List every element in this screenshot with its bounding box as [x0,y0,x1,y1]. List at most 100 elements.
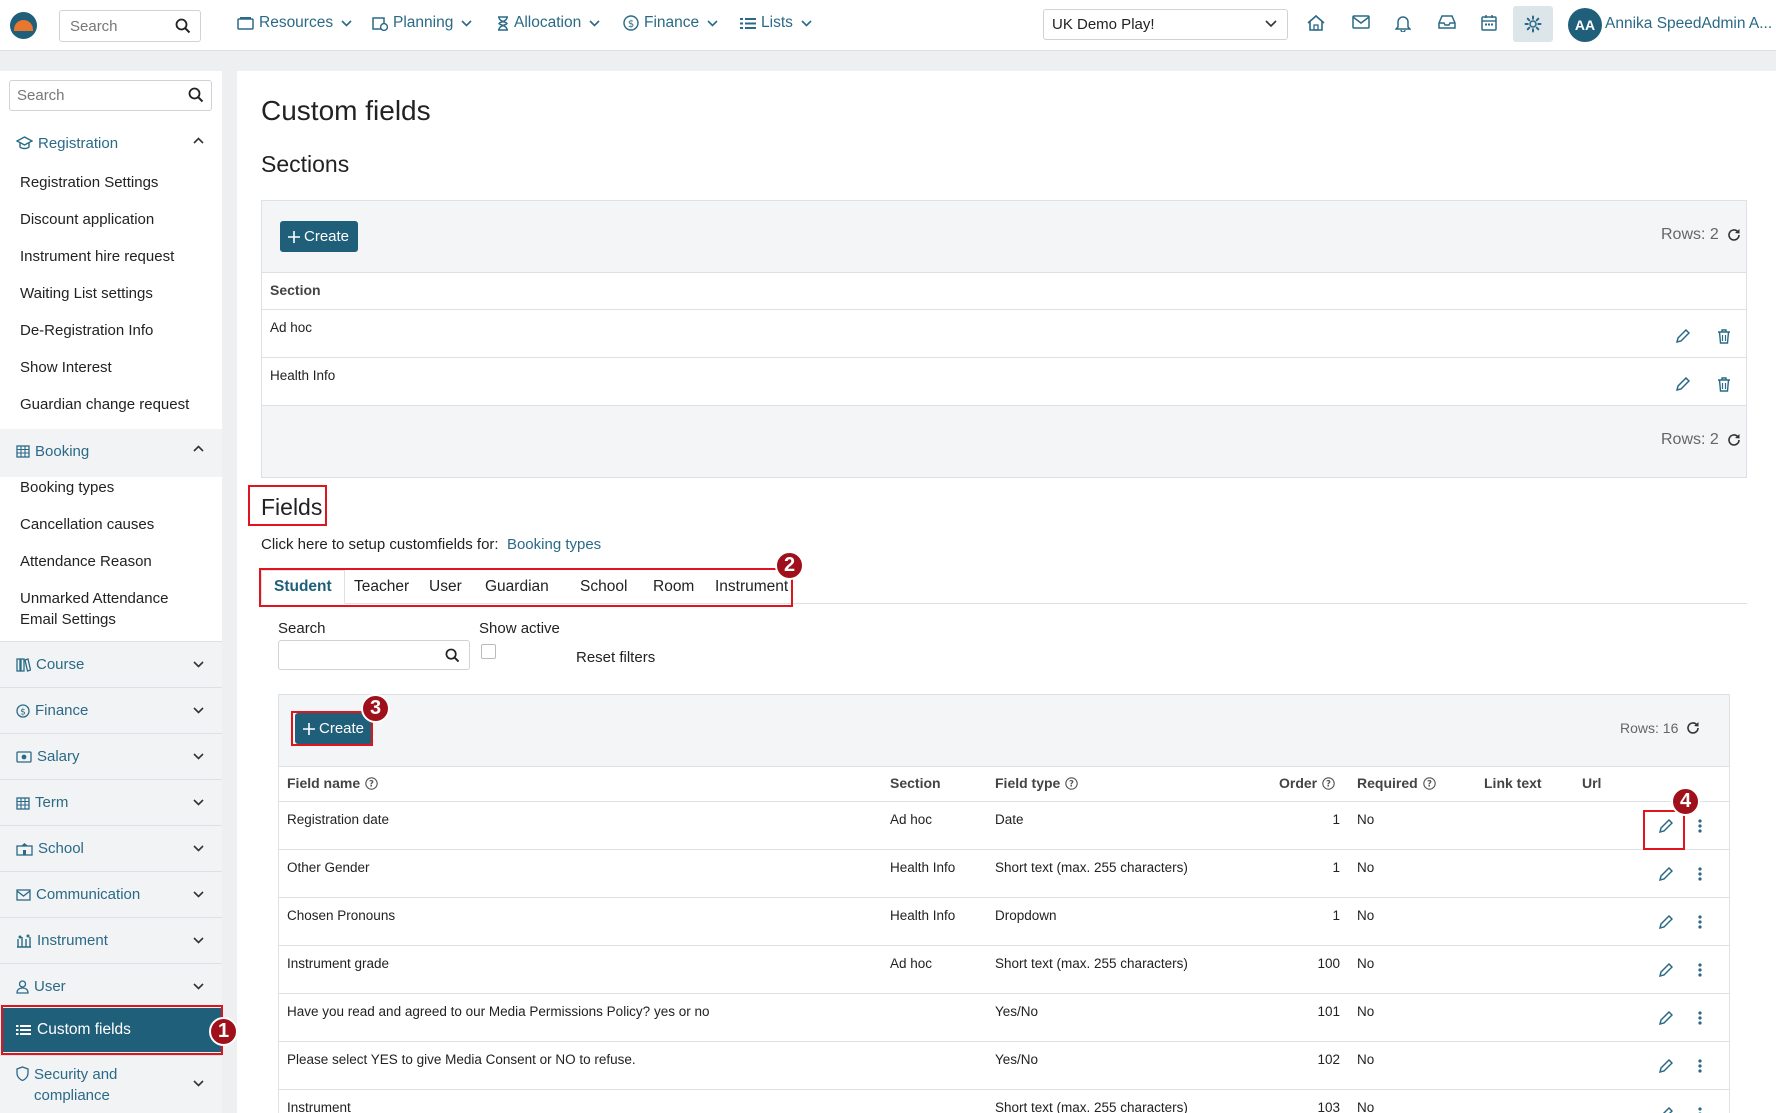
refresh-icon[interactable] [1727,433,1741,447]
settings-button[interactable] [1513,6,1553,42]
help-icon[interactable]: ? [1322,776,1335,790]
pencil-icon[interactable] [1658,915,1673,930]
nav-planning[interactable]: Planning [372,14,472,32]
svg-text:?: ? [1326,779,1331,789]
inbox-icon[interactable] [1438,14,1456,30]
sidebar-section-security[interactable]: Security and compliance [0,1055,222,1113]
pencil-icon[interactable] [1658,1059,1673,1074]
cell-required: No [1357,908,1375,923]
sidebar-item-waiting-list-settings[interactable]: Waiting List settings [20,283,215,304]
sidebar-section-communication[interactable]: Communication [0,871,222,917]
column-header-link-text: Link text [1484,775,1542,791]
sidebar-item-registration-settings[interactable]: Registration Settings [20,172,215,193]
chevron-up-icon [193,445,204,452]
more-vertical-icon[interactable] [1698,819,1702,833]
more-vertical-icon[interactable] [1698,1107,1702,1113]
home-icon[interactable] [1306,14,1326,32]
pencil-icon[interactable] [1658,963,1673,978]
tab-guardian[interactable]: Guardian [473,570,561,604]
refresh-icon[interactable] [1727,228,1741,242]
sidebar-item-custom-fields[interactable]: Custom fields [2,1008,221,1052]
sidebar-section-registration[interactable]: Registration [0,122,222,164]
cell-field-type: Yes/No [995,1052,1039,1067]
organisation-select[interactable]: UK Demo Play! [1043,9,1288,40]
sidebar-item-unmarked-attendance[interactable]: Unmarked Attendance Email Settings [20,588,185,630]
trash-icon[interactable] [1717,329,1731,344]
plus-icon [303,722,315,735]
sidebar-section-booking[interactable]: Booking [0,430,222,472]
app-logo[interactable] [10,12,37,39]
cell-order: 100 [1317,956,1340,971]
cell-order: 1 [1332,860,1340,875]
reset-filters-link[interactable]: Reset filters [576,649,655,666]
sections-create-button[interactable]: Create [280,221,359,252]
help-icon[interactable]: ? [1065,776,1079,790]
sidebar-item-cancellation-causes[interactable]: Cancellation causes [20,514,215,535]
more-vertical-icon[interactable] [1698,1011,1702,1025]
help-icon[interactable]: ? [365,776,378,790]
nav-allocation[interactable]: Allocation [497,14,600,32]
sidebar-section-salary[interactable]: Salary [0,733,222,779]
column-header-section: Section [270,282,321,298]
more-vertical-icon[interactable] [1698,915,1702,929]
show-active-checkbox[interactable] [481,644,496,659]
tab-room[interactable]: Room [641,570,706,604]
avatar[interactable]: AA [1568,8,1602,42]
pencil-icon[interactable] [1658,867,1673,882]
sidebar-item-instrument-hire-request[interactable]: Instrument hire request [20,246,215,267]
pencil-icon[interactable] [1658,819,1673,834]
sidebar-section-finance[interactable]: $ Finance [0,687,222,733]
tab-school[interactable]: School [568,570,639,604]
calendar-icon[interactable] [1481,14,1497,31]
svg-text:$: $ [20,707,26,717]
svg-text:?: ? [1427,779,1432,789]
user-menu[interactable]: Annika SpeedAdmin A... [1605,15,1772,33]
mail-icon[interactable] [1352,14,1370,30]
sidebar-section-term[interactable]: Term [0,779,222,825]
chevron-down-icon [193,707,204,714]
step-marker-4: 4 [1671,787,1700,816]
pencil-icon[interactable] [1675,329,1690,344]
sidebar-section-user[interactable]: User [0,963,222,1009]
cell-required: No [1357,860,1375,875]
page-title: Custom fields [261,95,431,126]
bell-icon[interactable] [1395,14,1411,32]
pencil-icon[interactable] [1675,377,1690,392]
sidebar-section-instrument[interactable]: Instrument [0,917,222,963]
sidebar: Search Registration Registration Setting… [0,71,222,1113]
sidebar-item-booking-types[interactable]: Booking types [20,477,215,498]
books-icon [16,657,31,672]
sidebar-item-discount-application[interactable]: Discount application [20,209,215,230]
pencil-icon[interactable] [1658,1011,1673,1026]
nav-resources[interactable]: Resources [237,14,352,32]
refresh-icon[interactable] [1686,721,1700,735]
more-vertical-icon[interactable] [1698,1059,1702,1073]
tab-teacher[interactable]: Teacher [342,570,421,604]
global-search-input[interactable]: Search [59,10,201,42]
booking-types-link[interactable]: Booking types [507,536,601,553]
more-vertical-icon[interactable] [1698,867,1702,881]
calendar-icon [16,796,30,810]
sidebar-section-course[interactable]: Course [0,641,222,687]
fields-search-input[interactable] [278,640,470,670]
help-icon[interactable]: ? [1422,776,1436,790]
sidebar-item-de-registration-info[interactable]: De-Registration Info [20,320,215,341]
cell-required: No [1357,1100,1375,1113]
sidebar-section-school[interactable]: School [0,825,222,871]
column-header-required: Required ? [1357,775,1436,791]
nav-finance[interactable]: $ Finance [623,14,718,32]
sidebar-item-attendance-reason[interactable]: Attendance Reason [20,551,215,572]
pencil-icon[interactable] [1658,1107,1673,1113]
sidebar-item-show-interest[interactable]: Show Interest [20,357,215,378]
table-row: Other Gender Health Info Short text (max. … [279,850,1729,898]
graduation-cap-icon [16,136,33,150]
nav-lists[interactable]: Lists [740,14,812,32]
tab-user[interactable]: User [417,570,474,604]
trash-icon[interactable] [1717,377,1731,392]
sidebar-search-input[interactable]: Search [9,80,212,111]
sidebar-item-guardian-change-request[interactable]: Guardian change request [20,394,215,415]
more-vertical-icon[interactable] [1698,963,1702,977]
fields-create-button[interactable]: Create [295,713,374,744]
tab-student[interactable]: Student [261,570,345,604]
cell-section: Ad hoc [890,812,933,827]
